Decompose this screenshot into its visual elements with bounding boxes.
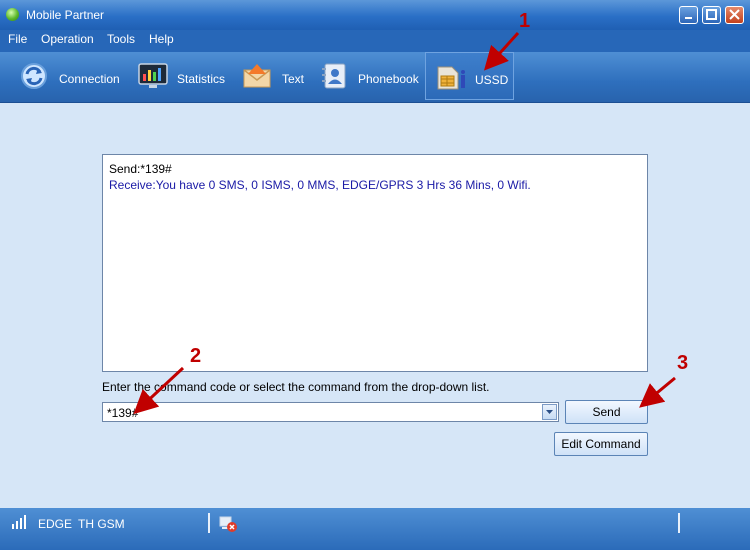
main-window: Mobile Partner File Operation Tools Help… (0, 0, 750, 550)
annotation-arrow-2 (133, 366, 185, 415)
annotation-arrows (133, 31, 676, 415)
annotation-arrow-1 (483, 31, 520, 71)
annotation-number-2: 2 (190, 345, 202, 367)
annotation-number-3: 3 (677, 352, 689, 374)
annotation-arrow-3 (639, 376, 676, 408)
annotation-number-1: 1 (519, 10, 531, 32)
